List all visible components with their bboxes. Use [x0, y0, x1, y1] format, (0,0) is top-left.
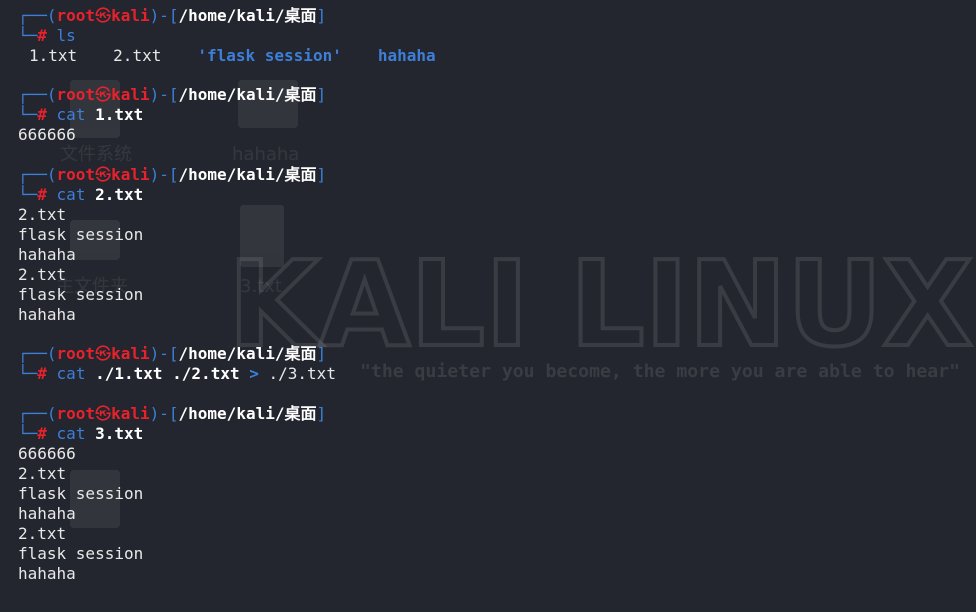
prompt-hash: #	[37, 364, 47, 384]
command-line: └─# ls	[18, 26, 968, 46]
prompt-host: kali	[111, 85, 150, 105]
prompt-host: kali	[111, 403, 150, 423]
prompt-box-mid: )-[	[149, 85, 179, 105]
prompt-box-left: ┌──(	[18, 85, 57, 105]
command-args: 2.txt	[95, 184, 144, 204]
command-line: └─# cat 1.txt	[18, 105, 968, 125]
command-line: └─# cat 3.txt	[18, 424, 968, 444]
prompt-host: kali	[111, 344, 150, 364]
output-line: 2.txt	[18, 463, 67, 483]
prompt-box-left: ┌──(	[18, 6, 57, 25]
prompt-box-left: ┌──(	[18, 403, 57, 423]
prompt-box-left: ┌──(	[18, 164, 57, 184]
prompt-host: kali	[111, 164, 150, 184]
prompt-hash: #	[37, 184, 47, 204]
command-name: cat	[56, 423, 86, 443]
command-line: └─# cat 2.txt	[18, 185, 968, 205]
prompt-skull-icon: ㉿	[95, 164, 112, 184]
prompt-box-mid: )-[	[149, 6, 179, 25]
prompt-path: /home/kali/桌面	[178, 6, 317, 25]
output-line: hahaha	[18, 244, 76, 264]
prompt-header: ┌──(root㉿kali)-[/home/kali/桌面]	[18, 344, 968, 364]
prompt-box-mid: )-[	[149, 403, 179, 423]
output-line: flask session	[18, 483, 144, 503]
prompt-box-end: ]	[316, 164, 327, 184]
output-line: 666666	[18, 125, 76, 145]
ls-item: 'flask session'	[197, 46, 342, 66]
output-line: flask session	[18, 285, 144, 305]
prompt-box-bottom: └─	[18, 105, 38, 125]
prompt-box-bottom: └─	[18, 364, 38, 384]
prompt-box-left: ┌──(	[18, 344, 57, 364]
prompt-skull-icon: ㉿	[95, 344, 112, 364]
prompt-box-end: ]	[316, 403, 327, 423]
prompt-box-end: ]	[316, 344, 327, 364]
prompt-path: /home/kali/桌面	[178, 344, 317, 364]
command-name: cat	[56, 364, 86, 384]
prompt-box-mid: )-[	[149, 344, 179, 364]
prompt-path: /home/kali/桌面	[178, 164, 317, 184]
prompt-header: ┌──(root㉿kali)-[/home/kali/桌面]	[18, 85, 968, 105]
prompt-path: /home/kali/桌面	[178, 403, 317, 423]
ls-item: 2.txt	[113, 46, 162, 66]
redirect-operator: >	[249, 364, 259, 384]
prompt-user: root	[56, 85, 96, 105]
prompt-box-bottom: └─	[18, 26, 38, 46]
ls-output-row: 1.txt 2.txt 'flask session' hahaha	[18, 46, 968, 66]
terminal-output[interactable]: ┌──(root㉿kali)-[/home/kali/桌面] └─# ls 1.tx…	[18, 6, 968, 603]
prompt-box-bottom: └─	[18, 423, 38, 443]
command-args: ./1.txt ./2.txt	[95, 364, 240, 384]
command-args: 1.txt	[95, 105, 144, 125]
prompt-user: root	[56, 6, 96, 25]
command-block: ┌──(root㉿kali)-[/home/kali/桌面] └─# cat 3.…	[18, 404, 968, 585]
output-line: flask session	[18, 224, 144, 244]
prompt-path: /home/kali/桌面	[178, 85, 317, 105]
prompt-user: root	[56, 344, 96, 364]
prompt-hash: #	[37, 105, 47, 125]
prompt-hash: #	[37, 423, 47, 443]
ls-item: 1.txt	[29, 46, 78, 66]
prompt-header: ┌──(root㉿kali)-[/home/kali/桌面]	[18, 404, 968, 424]
output-line: hahaha	[18, 564, 76, 584]
prompt-hash: #	[37, 26, 47, 46]
prompt-user: root	[56, 403, 96, 423]
output-line: hahaha	[18, 503, 76, 523]
prompt-box-mid: )-[	[149, 164, 179, 184]
output-line: 2.txt	[18, 524, 67, 544]
command-args: 3.txt	[95, 423, 144, 443]
command-name: cat	[56, 105, 86, 125]
output-line: 2.txt	[18, 204, 67, 224]
command-block: ┌──(root㉿kali)-[/home/kali/桌面] └─# cat ./…	[18, 344, 968, 384]
prompt-skull-icon: ㉿	[95, 6, 112, 25]
output-line: flask session	[18, 544, 144, 564]
output-line: 2.txt	[18, 265, 67, 285]
prompt-box-end: ]	[316, 85, 327, 105]
prompt-box-end: ]	[316, 6, 327, 25]
prompt-user: root	[56, 164, 96, 184]
prompt-header: ┌──(root㉿kali)-[/home/kali/桌面]	[18, 165, 968, 185]
command-line: └─# cat ./1.txt ./2.txt > ./3.txt	[18, 364, 968, 384]
output-line: hahaha	[18, 305, 76, 325]
prompt-header: ┌──(root㉿kali)-[/home/kali/桌面]	[18, 6, 968, 26]
output-line: 666666	[18, 443, 76, 463]
prompt-host: kali	[111, 6, 150, 25]
prompt-skull-icon: ㉿	[95, 403, 112, 423]
ls-item: hahaha	[377, 46, 436, 66]
redirect-target: ./3.txt	[268, 364, 336, 384]
command-name: cat	[56, 184, 86, 204]
command-name: ls	[56, 26, 76, 46]
command-block: ┌──(root㉿kali)-[/home/kali/桌面] └─# cat 1.…	[18, 85, 968, 145]
prompt-box-bottom: └─	[18, 184, 38, 204]
command-block: ┌──(root㉿kali)-[/home/kali/桌面] └─# cat 2.…	[18, 165, 968, 326]
prompt-skull-icon: ㉿	[95, 85, 112, 105]
command-block: ┌──(root㉿kali)-[/home/kali/桌面] └─# ls 1.tx…	[18, 6, 968, 66]
